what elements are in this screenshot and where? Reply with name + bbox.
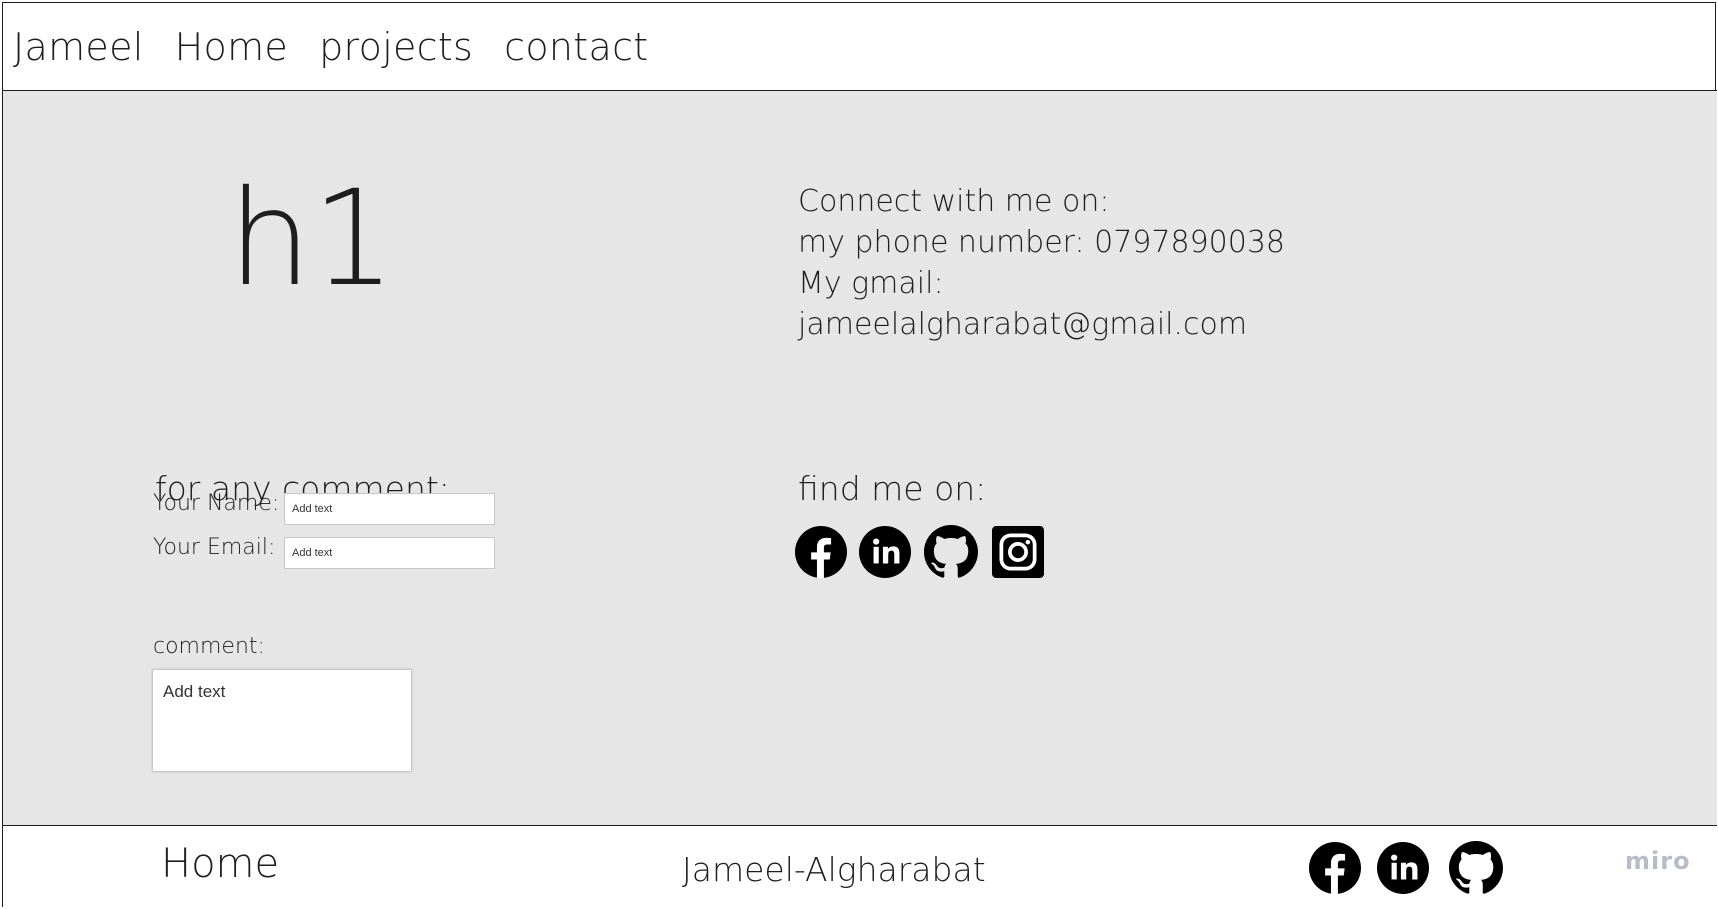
nav-link-projects[interactable]: projects [319, 25, 473, 69]
find-me-title: find me on: [798, 469, 987, 508]
instagram-icon[interactable] [992, 526, 1044, 578]
footer-home-link[interactable]: Home [161, 841, 279, 887]
linkedin-icon[interactable] [859, 526, 911, 578]
phone-number: my phone number: 0797890038 [798, 225, 1286, 260]
social-icons [795, 525, 1044, 579]
github-icon[interactable] [1449, 841, 1503, 895]
contact-info: Connect with me on: my phone number: 079… [798, 181, 1285, 345]
email-field[interactable] [284, 537, 495, 569]
nav-brand[interactable]: Jameel [13, 25, 144, 69]
contact-title: Connect with me on: [798, 184, 1110, 219]
github-icon[interactable] [924, 525, 978, 579]
footer-social-icons [1309, 841, 1503, 895]
facebook-icon[interactable] [795, 526, 847, 578]
footer: Home Jameel-Algharabat miro [3, 826, 1717, 908]
page-frame: Jameel Home projects contact h1 Connect … [2, 2, 1717, 908]
gmail-label: My gmail: [798, 266, 944, 301]
email-address: jameelalgharabat@gmail.com [798, 307, 1248, 342]
top-nav: Jameel Home projects contact [3, 3, 1717, 91]
nav-link-contact[interactable]: contact [504, 25, 648, 69]
nav-link-home[interactable]: Home [175, 25, 288, 69]
miro-watermark: miro [1625, 847, 1691, 875]
email-label: Your Email: [153, 535, 276, 560]
hero-heading: h1 [228, 162, 396, 316]
name-field[interactable] [284, 493, 495, 525]
comment-textarea[interactable] [152, 669, 412, 772]
main-content: h1 Connect with me on: my phone number: … [3, 91, 1717, 826]
linkedin-icon[interactable] [1377, 842, 1429, 894]
facebook-icon[interactable] [1309, 842, 1361, 894]
comment-label: comment: [153, 634, 265, 659]
name-label: Your Name: [153, 491, 280, 516]
footer-name: Jameel-Algharabat [682, 850, 986, 889]
